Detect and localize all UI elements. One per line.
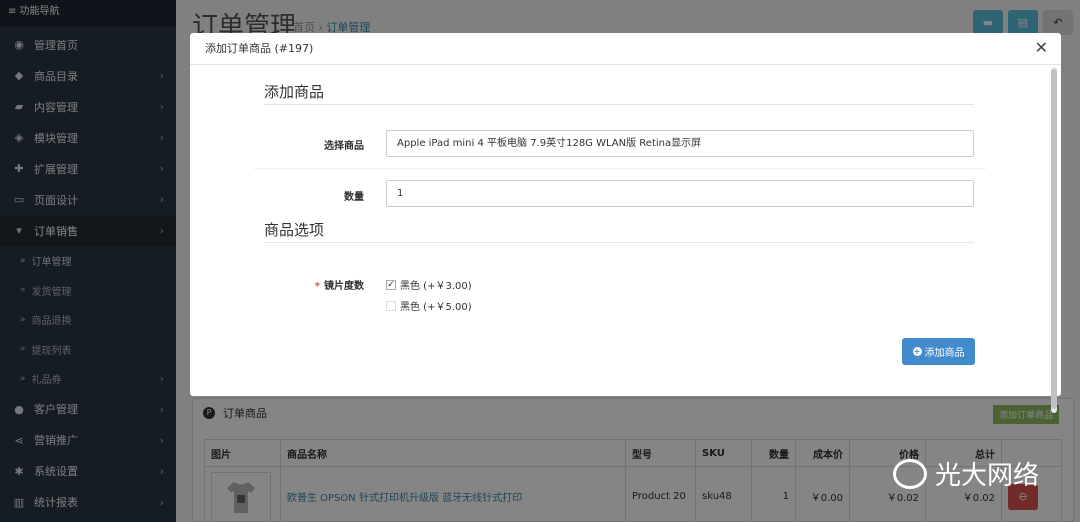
option-checkbox-2[interactable]: 黑色 (+￥5.00) — [386, 298, 472, 313]
product-select-input[interactable]: Apple iPad mini 4 平板电脑 7.9英寸128G WLAN版 R… — [386, 130, 974, 157]
quantity-input[interactable]: 1 — [386, 180, 974, 207]
section-divider — [264, 104, 974, 105]
plus-circle-icon: + — [912, 347, 922, 356]
section-title-options: 商品选项 — [264, 221, 325, 239]
row-divider — [254, 168, 986, 169]
product-select-label: 选择商品 — [324, 141, 364, 152]
option-label: * 镜片度数 — [284, 277, 364, 292]
watermark-text: 光大网络 — [935, 461, 1040, 491]
option-2-label: 黑色 (+￥5.00) — [400, 302, 472, 313]
watermark: 光大网络 — [893, 455, 1039, 492]
add-product-button-label: 添加商品 — [924, 348, 965, 359]
scrollbar-thumb[interactable] — [1051, 69, 1057, 409]
option-1-label: 黑色 (+￥3.00) — [400, 281, 472, 292]
option-label-text: 镜片度数 — [324, 281, 364, 292]
quantity-label: 数量 — [344, 192, 364, 203]
checkbox-unchecked-icon[interactable] — [386, 300, 396, 311]
wechat-icon — [893, 458, 927, 489]
modal-scrollbar[interactable] — [1051, 67, 1057, 413]
checkbox-checked-icon[interactable]: ✓ — [386, 279, 396, 290]
option-checkbox-1[interactable]: ✓ 黑色 (+￥3.00) — [386, 277, 472, 292]
section-title-add-product: 添加商品 — [264, 83, 325, 101]
close-icon[interactable]: ✕ — [1035, 38, 1048, 57]
add-order-product-modal: 添加订单商品 (#197) ✕ 添加商品 选择商品 Apple iPad min… — [190, 33, 1061, 413]
add-product-button[interactable]: + 添加商品 — [902, 338, 975, 365]
section-divider — [264, 242, 974, 243]
required-asterisk: * — [314, 281, 320, 292]
modal-title: 添加订单商品 (#197) — [190, 33, 1061, 65]
